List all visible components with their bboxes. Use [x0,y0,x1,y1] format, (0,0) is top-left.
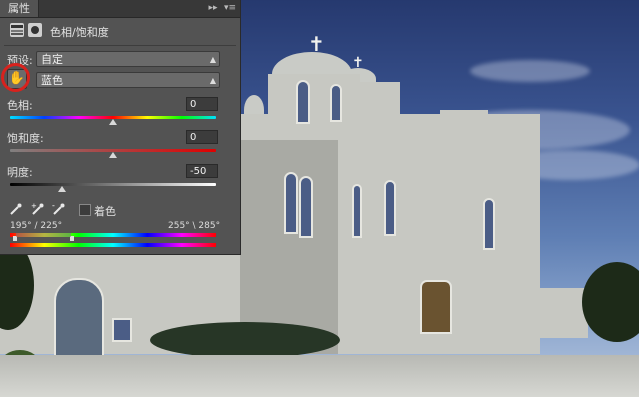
tab-properties[interactable]: 属性 [0,0,39,17]
church-tower [440,110,488,150]
divider [4,45,236,46]
window [299,176,313,238]
window [384,180,396,236]
dropdown-arrow-icon: ▲ [209,76,216,85]
tree [582,262,639,342]
church-annex [538,288,588,338]
preset-value: 自定 [41,53,63,66]
colorize-checkbox[interactable] [79,204,91,216]
hue-saturation-icon[interactable] [10,23,24,37]
adjustment-header: 色相/饱和度 [0,18,240,44]
eyedropper-minus-icon[interactable]: - [52,201,66,216]
lightness-slider-track[interactable] [10,183,216,186]
highlight-circle [1,63,30,92]
church-door [420,280,452,334]
window [330,84,342,122]
window [284,172,298,234]
pavement [0,355,639,397]
channel-value: 蓝色 [41,74,63,87]
preset-dropdown[interactable]: 自定 ▲ [36,51,220,67]
window [352,184,362,238]
cloud [470,60,590,82]
lightness-input[interactable]: -50 [186,164,218,178]
cross-icon: ✝ [308,32,325,56]
channel-dropdown[interactable]: 蓝色 ▲ [36,72,220,88]
output-color-bar [10,243,216,247]
window [483,198,495,250]
svg-text:-: - [52,202,55,210]
range-selection [16,233,71,237]
panel-menu-icon[interactable]: ▾≡ [222,2,238,15]
entrance-arch [54,278,104,360]
eyedropper-plus-icon[interactable]: + [31,202,45,216]
layer-mask-icon[interactable] [28,23,42,37]
range-start-readout: 195° / 225° [10,221,63,231]
window [112,318,132,342]
collapse-icon[interactable]: ▸▸ [206,2,220,15]
hue-slider-thumb[interactable] [109,119,117,125]
panel-tabbar: 属性 ▸▸ ▾≡ [0,0,240,18]
hue-label: 色相: [7,99,33,112]
window [296,80,310,124]
svg-text:+: + [31,202,37,210]
colorize-label: 着色 [94,205,116,218]
lightness-slider-thumb[interactable] [57,186,66,192]
range-end-readout: 255° \ 285° [168,221,221,231]
shrubs [150,322,340,358]
saturation-label: 饱和度: [7,132,44,145]
hue-input[interactable]: 0 [186,97,218,111]
dropdown-arrow-icon: ▲ [209,55,216,64]
saturation-slider-thumb[interactable] [109,152,117,158]
saturation-input[interactable]: 0 [186,130,218,144]
eyedropper-icon[interactable] [9,202,23,216]
properties-panel: 属性 ▸▸ ▾≡ 色相/饱和度 预设: 自定 ▲ ✋ 蓝色 ▲ 色相: 0 饱和… [0,0,241,255]
lightness-label: 明度: [7,166,33,179]
adjustment-title: 色相/饱和度 [50,26,109,39]
